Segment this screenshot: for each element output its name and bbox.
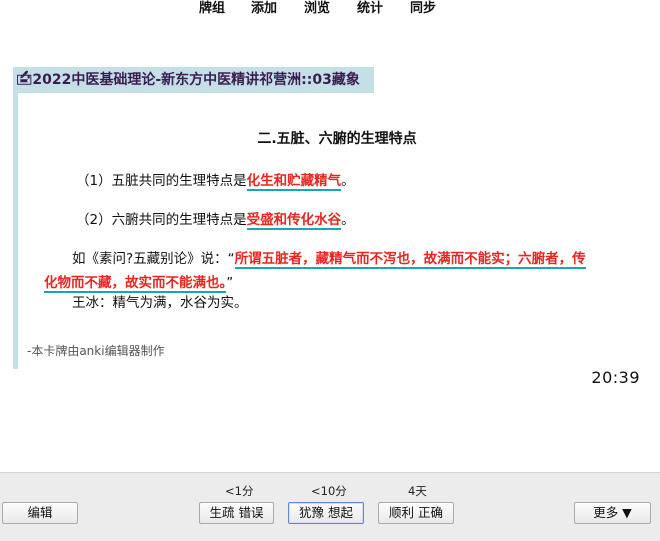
toolbar-add[interactable]: 添加: [251, 0, 277, 18]
line1-prefix: （1）五脏共同的生理特点是: [76, 173, 247, 189]
line2-prefix: （2）六腑共同的生理特点是: [76, 212, 247, 228]
review-bar: <1分 <10分 4天 编辑 生疏 错误 犹豫 想起 顺利 正确 更多 ▼: [0, 472, 660, 541]
card-line-4: 王冰：精气为满，水谷为实。: [72, 295, 248, 311]
section-heading: 二.五脏、六腑的生理特点: [257, 131, 417, 147]
line3-prefix: 如《素问?五藏别论》说：“: [72, 251, 235, 267]
clock: 20:39: [591, 368, 640, 387]
interval-again: <1分: [225, 484, 254, 498]
card-line-1: （1）五脏共同的生理特点是化生和贮藏精气。: [76, 169, 355, 191]
line1-answer: 化生和贮藏精气: [246, 173, 342, 191]
card-left-bar: [13, 67, 18, 369]
line2-answer: 受盛和传化水谷: [246, 212, 342, 230]
toolbar-stats[interactable]: 统计: [357, 0, 383, 18]
line2-suffix: 。: [341, 212, 355, 228]
toolbar-browse[interactable]: 浏览: [304, 0, 330, 18]
card-line-3: 如《素问?五藏别论》说：“所谓五脏者，藏精气而不泻也，故满而不能实；六腑者，传: [72, 247, 586, 269]
card-line-2: （2）六腑共同的生理特点是受盛和传化水谷。: [76, 208, 355, 230]
interval-good: 4天: [408, 484, 427, 498]
line1-suffix: 。: [341, 173, 355, 189]
toolbar-sync[interactable]: 同步: [410, 0, 436, 18]
again-button[interactable]: 生疏 错误: [199, 502, 274, 524]
card-footer-note: -本卡牌由anki编辑器制作: [27, 344, 165, 358]
toolbar-decks[interactable]: 牌组: [199, 0, 225, 18]
more-button[interactable]: 更多 ▼: [574, 502, 651, 524]
interval-hard: <10分: [311, 484, 347, 498]
line3-answer-part1: 所谓五脏者，藏精气而不泻也，故满而不能实；六腑者，传: [234, 251, 586, 269]
line3-suffix: ”: [226, 275, 234, 291]
top-toolbar: 牌组 添加 浏览 统计 同步: [0, 0, 660, 20]
edit-button[interactable]: 编辑: [2, 502, 78, 524]
card-line-3-cont: 化物而不藏，故实而不能满也。”: [44, 271, 234, 293]
hard-button[interactable]: 犹豫 想起: [288, 502, 364, 524]
card-view: 🖆2022中医基础理论-新东方中医精讲祁营洲::03藏象 二.五脏、六腑的生理特…: [0, 20, 660, 472]
deck-title: 🖆2022中医基础理论-新东方中医精讲祁营洲::03藏象: [13, 67, 374, 93]
good-button[interactable]: 顺利 正确: [378, 502, 454, 524]
